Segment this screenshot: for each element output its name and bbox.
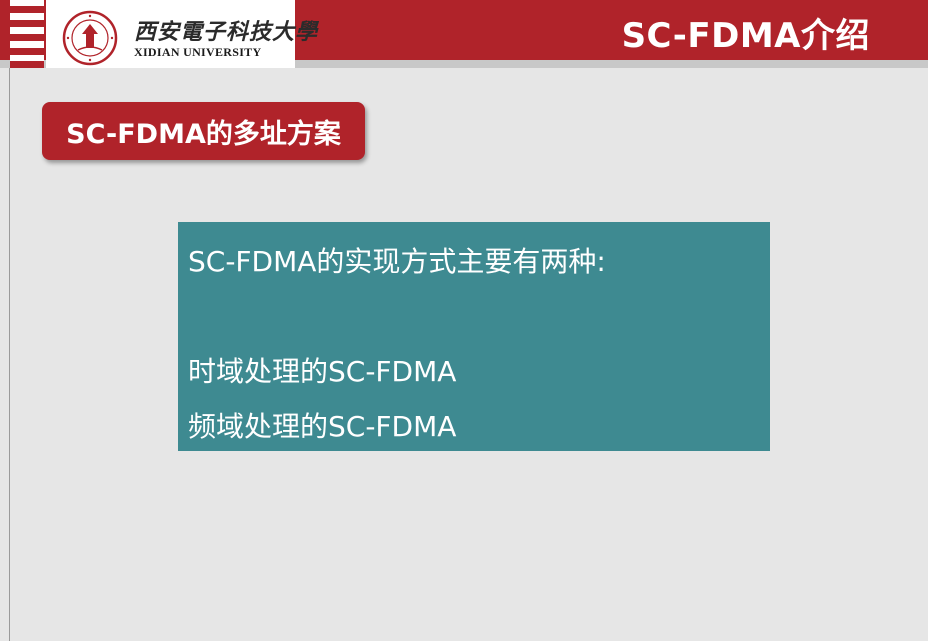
university-name-cn: 西安電子科技大學 xyxy=(134,19,319,45)
university-logo: 西安電子科技大學 XIDIAN UNIVERSITY xyxy=(46,0,317,68)
content-item-frequency-domain: 频域处理的SC-FDMA xyxy=(188,410,457,443)
content-panel: SC-FDMA的实现方式主要有两种: 时域处理的SC-FDMA 频域处理的SC-… xyxy=(178,222,770,451)
university-seal-icon xyxy=(62,10,118,66)
content-intro-line: SC-FDMA的实现方式主要有两种: xyxy=(188,245,606,278)
content-item-time-domain: 时域处理的SC-FDMA xyxy=(188,355,457,388)
left-border-line xyxy=(9,68,10,641)
decorative-stripes xyxy=(10,0,44,68)
page-title: SC-FDMA介绍 xyxy=(621,16,870,56)
university-name-en: XIDIAN UNIVERSITY xyxy=(134,45,262,59)
section-heading: SC-FDMA的多址方案 xyxy=(42,102,365,160)
